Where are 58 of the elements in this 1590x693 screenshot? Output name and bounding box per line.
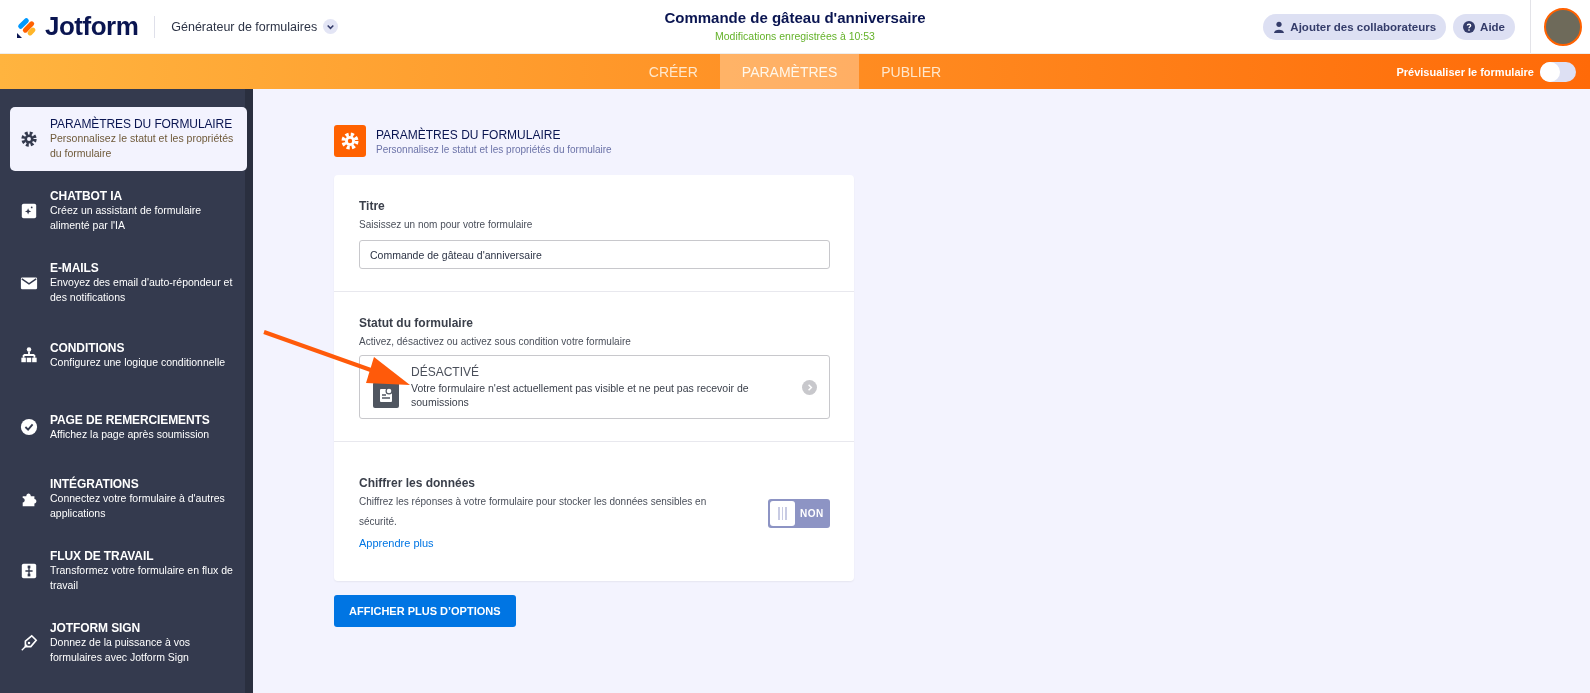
sidebar-item[interactable]: INTÉGRATIONS Connectez votre formulaire à d'autres applications <box>10 467 247 531</box>
sidebar-item[interactable]: FLUX DE TRAVAIL Transformez votre formulaire en flux de travail <box>10 539 247 603</box>
sidebar-item-title: CHATBOT IA <box>50 189 124 203</box>
sidebar-item-title: FLUX DE TRAVAIL <box>50 549 155 563</box>
preview-label: Prévisualiser le formulaire <box>1396 65 1534 78</box>
sidebar-item-description: Donnez de la puissance à vos formulaires avec Jotform Sign <box>50 635 192 665</box>
sidebar-item[interactable]: JOTFORM SIGN Donnez de la puissance à vos formulaires avec Jotform Sign <box>10 611 247 675</box>
sidebar-item-description: Affichez la page après soumission <box>50 426 211 442</box>
sidebar-item-title: PARAMÈTRES DU FORMULAIRE <box>50 117 234 131</box>
product-menu[interactable]: Générateur de formulaires <box>171 19 318 34</box>
pen-icon <box>20 634 38 652</box>
check-circle-icon <box>20 418 38 436</box>
sidebar-item-title: PAGE DE REMERCIEMENTS <box>50 412 211 427</box>
hierarchy-icon <box>20 346 38 364</box>
gear-icon <box>20 130 38 148</box>
learn-more-link[interactable]: Apprendre plus <box>359 537 434 549</box>
chevron-down-icon[interactable] <box>323 19 339 34</box>
help-button[interactable]: Aide <box>1453 13 1515 40</box>
sidebar-item[interactable]: CHATBOT IA Créez un assistant de formulaire alimenté par l'IA <box>10 179 247 243</box>
field-label: Titre <box>359 199 386 213</box>
show-more-options-button[interactable]: AFFICHER PLUS D’OPTIONS <box>334 595 516 627</box>
page-title: PARAMÈTRES DU FORMULAIRE <box>376 128 562 142</box>
help-icon <box>1463 20 1476 33</box>
sidebar-item-title: JOTFORM SIGN <box>50 621 142 635</box>
sidebar-item-title: INTÉGRATIONS <box>50 477 140 491</box>
field-description: Saisissez un nom pour votre formulaire <box>359 219 534 230</box>
sidebar-item[interactable]: CONDITIONS Configurez une logique conditionnelle <box>10 323 247 387</box>
chevron-right-icon <box>802 379 817 395</box>
avatar[interactable] <box>1544 7 1582 46</box>
sidebar-item-description: Envoyez des email d'auto-répondeur et des notifications <box>50 275 234 305</box>
sidebar-item[interactable]: PARAMÈTRES DU FORMULAIRE Personnalisez le statut et les propriétés du formulaire <box>10 107 247 171</box>
disabled-form-icon <box>373 382 399 408</box>
field-description: Activez, désactivez ou activez sous condition votre formulaire <box>359 336 632 347</box>
field-description: Chiffrez les réponses à votre formulaire pour stocker les données sensibles en sécurité. <box>359 495 708 529</box>
field-label: Chiffrer les données <box>359 476 477 490</box>
sidebar-item-title: E-MAILS <box>50 261 100 275</box>
sidebar-item-description: Personnalisez le statut et les propriétés du formulaire <box>50 131 235 161</box>
add-collaborators-button[interactable]: Ajouter des collaborateurs <box>1263 13 1447 40</box>
status-title: DÉSACTIVÉ <box>411 365 480 379</box>
field-label: Statut du formulaire <box>359 316 474 330</box>
sidebar-item-description: Transformez votre formulaire en flux de travail <box>50 563 234 593</box>
sidebar-item[interactable]: E-MAILS Envoyez des email d'auto-répondeur et des notifications <box>10 251 247 315</box>
workflow-icon <box>20 562 38 580</box>
sidebar-item-description: Connectez votre formulaire à d'autres applications <box>50 491 226 521</box>
sidebar-item-description: Créez un assistant de formulaire alimenté par l'IA <box>50 203 203 233</box>
save-status: Modifications enregistrées à 10:53 <box>715 30 875 42</box>
sidebar-item[interactable]: PAGE DE REMERCIEMENTS Affichez la page après soumission <box>10 395 247 459</box>
page-subtitle: Personnalisez le statut et les propriétés du formulaire <box>376 144 612 155</box>
sidebar-item-description: Configurez une logique conditionnelle <box>50 354 227 370</box>
gear-icon <box>334 125 366 157</box>
form-title: Commande de gâteau d'anniversaire <box>664 9 926 26</box>
brand-name[interactable]: Jotform <box>45 11 139 42</box>
sparkle-icon <box>20 202 38 220</box>
sidebar-item-title: CONDITIONS <box>50 340 126 355</box>
preview-toggle[interactable] <box>1540 61 1576 82</box>
title-input[interactable]: Commande de gâteau d'anniversaire <box>359 240 830 269</box>
person-icon <box>1273 20 1286 33</box>
status-description: Votre formulaire n'est actuellement pas visible et ne peut pas recevoir de soumissions <box>411 381 750 409</box>
